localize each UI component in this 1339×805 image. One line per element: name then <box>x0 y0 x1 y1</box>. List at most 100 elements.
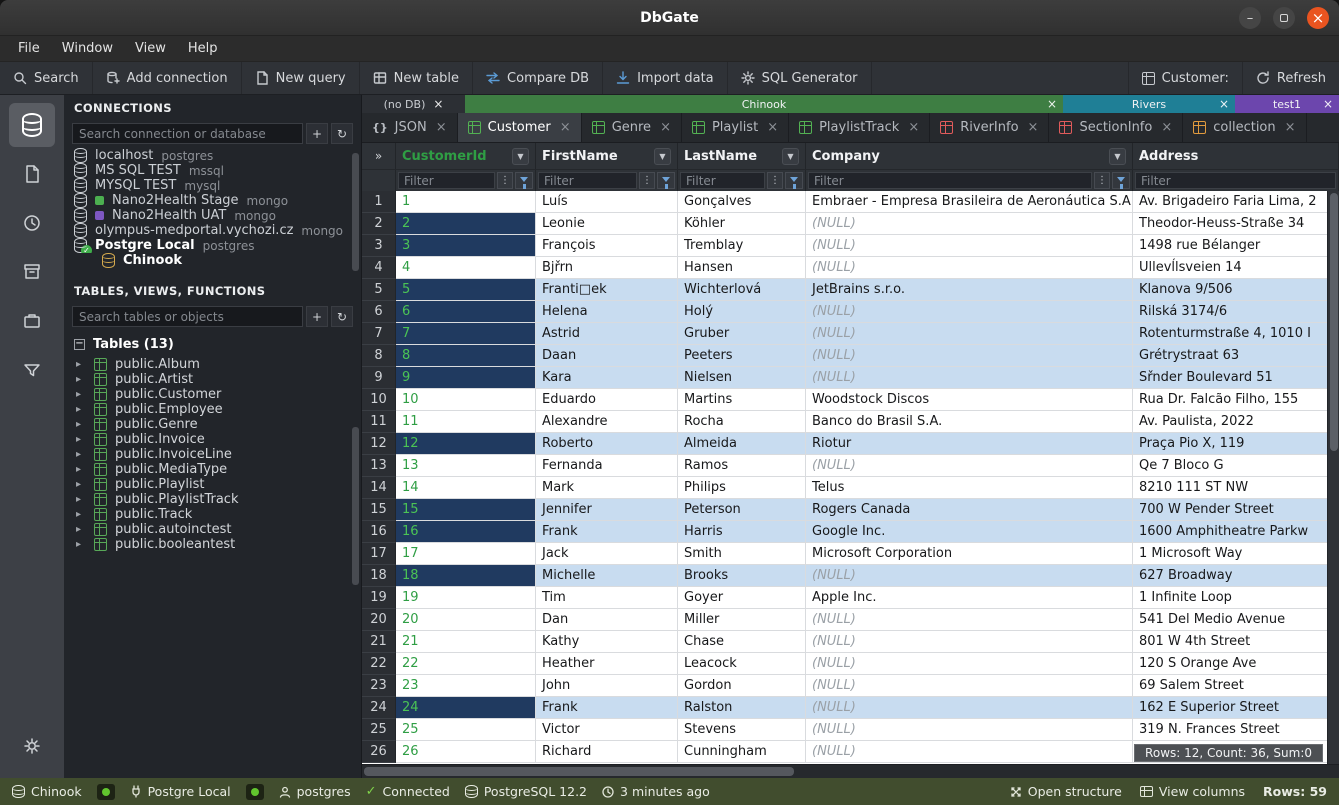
refresh-tables-button[interactable]: ↻ <box>331 306 353 327</box>
sidebar-item-apps[interactable] <box>9 299 55 343</box>
compare-db-button[interactable]: Compare DB <box>473 62 603 94</box>
cell-customerid[interactable]: 26 <box>396 741 536 763</box>
row-number[interactable]: 20 <box>362 609 396 631</box>
sidebar-item-archive[interactable] <box>9 250 55 294</box>
cell-customerid[interactable]: 5 <box>396 279 536 301</box>
cell-firstname[interactable]: Jennifer <box>536 499 678 521</box>
row-number[interactable]: 5 <box>362 279 396 301</box>
connections-scrollbar[interactable] <box>352 153 359 271</box>
close-icon[interactable]: × <box>433 98 443 110</box>
cell-lastname[interactable]: Peeters <box>678 345 806 367</box>
close-icon[interactable]: × <box>1161 120 1172 135</box>
table-item-public-mediatype[interactable]: ▸public.MediaType <box>64 462 361 477</box>
cell-lastname[interactable]: Stevens <box>678 719 806 741</box>
cell-address[interactable]: 162 E Superior Street <box>1133 697 1339 719</box>
row-number[interactable]: 24 <box>362 697 396 719</box>
row-number[interactable]: 8 <box>362 345 396 367</box>
cell-lastname[interactable]: Cunningham <box>678 741 806 763</box>
add-connection-small-button[interactable]: + <box>306 123 328 144</box>
cell-company[interactable]: (NULL) <box>806 631 1133 653</box>
cell-customerid[interactable]: 13 <box>396 455 536 477</box>
cell-company[interactable]: Google Inc. <box>806 521 1133 543</box>
cell-company[interactable]: (NULL) <box>806 301 1133 323</box>
chevron-right-icon[interactable]: ▸ <box>76 494 86 505</box>
connection-item-mysql-test[interactable]: MYSQL TESTmysql <box>64 178 361 193</box>
cell-address[interactable]: Rilská 3174/6 <box>1133 301 1339 323</box>
cell-company[interactable]: (NULL) <box>806 565 1133 587</box>
row-number[interactable]: 2 <box>362 213 396 235</box>
cell-customerid[interactable]: 15 <box>396 499 536 521</box>
cell-lastname[interactable]: Martins <box>678 389 806 411</box>
cell-lastname[interactable]: Gordon <box>678 675 806 697</box>
row-number[interactable]: 18 <box>362 565 396 587</box>
cell-firstname[interactable]: Victor <box>536 719 678 741</box>
chevron-right-icon[interactable]: ▸ <box>76 374 86 385</box>
column-header-customerid[interactable]: CustomerId▼ <box>396 143 536 169</box>
cell-firstname[interactable]: Bjřrn <box>536 257 678 279</box>
cell-firstname[interactable]: Alexandre <box>536 411 678 433</box>
cell-address[interactable]: Rua Dr. Falcão Filho, 155 <box>1133 389 1339 411</box>
close-icon[interactable]: × <box>560 120 571 135</box>
row-number[interactable]: 7 <box>362 323 396 345</box>
cell-lastname[interactable]: Tremblay <box>678 235 806 257</box>
cell-customerid[interactable]: 17 <box>396 543 536 565</box>
chevron-right-icon[interactable]: ▸ <box>76 404 86 415</box>
cell-firstname[interactable]: Jack <box>536 543 678 565</box>
cell-lastname[interactable]: Ralston <box>678 697 806 719</box>
chevron-down-icon[interactable]: ▼ <box>654 148 671 165</box>
cell-address[interactable]: 1498 rue Bélanger <box>1133 235 1339 257</box>
cell-customerid[interactable]: 6 <box>396 301 536 323</box>
cell-customerid[interactable]: 14 <box>396 477 536 499</box>
row-number[interactable]: 11 <box>362 411 396 433</box>
cell-customerid[interactable]: 23 <box>396 675 536 697</box>
cell-firstname[interactable]: Fernanda <box>536 455 678 477</box>
cell-address[interactable]: Grétrystraat 63 <box>1133 345 1339 367</box>
cell-address[interactable]: Rotenturmstraße 4, 1010 I <box>1133 323 1339 345</box>
add-table-button[interactable]: + <box>306 306 328 327</box>
cell-address[interactable]: 319 N. Frances Street <box>1133 719 1339 741</box>
cell-address[interactable]: Av. Brigadeiro Faria Lima, 2 <box>1133 191 1339 213</box>
cell-lastname[interactable]: Ramos <box>678 455 806 477</box>
cell-address[interactable]: 1600 Amphitheatre Parkw <box>1133 521 1339 543</box>
tab-playlisttrack[interactable]: PlaylistTrack× <box>789 113 930 142</box>
menu-window[interactable]: Window <box>52 39 123 58</box>
chevron-right-icon[interactable]: ▸ <box>76 434 86 445</box>
row-number[interactable]: 21 <box>362 631 396 653</box>
cell-customerid[interactable]: 2 <box>396 213 536 235</box>
table-item-public-booleantest[interactable]: ▸public.booleantest <box>64 537 361 552</box>
cell-customerid[interactable]: 9 <box>396 367 536 389</box>
table-item-public-album[interactable]: ▸public.Album <box>64 357 361 372</box>
filter-funnel-icon[interactable] <box>785 172 803 189</box>
cell-lastname[interactable]: Smith <box>678 543 806 565</box>
scrollbar-thumb[interactable] <box>1330 193 1338 451</box>
cell-customerid[interactable]: 19 <box>396 587 536 609</box>
table-item-public-track[interactable]: ▸public.Track <box>64 507 361 522</box>
cell-company[interactable]: JetBrains s.r.o. <box>806 279 1133 301</box>
filter-menu-icon[interactable]: ⋮ <box>767 172 783 189</box>
cell-customerid[interactable]: 20 <box>396 609 536 631</box>
cell-address[interactable]: Klanova 9/506 <box>1133 279 1339 301</box>
connection-item-chinook[interactable]: Chinook <box>64 253 361 268</box>
tables-search-input[interactable] <box>72 306 303 327</box>
cell-firstname[interactable]: Kathy <box>536 631 678 653</box>
cell-customerid[interactable]: 10 <box>396 389 536 411</box>
cell-company[interactable]: (NULL) <box>806 741 1133 763</box>
tab-group-no-db[interactable]: (no DB)× <box>362 95 465 113</box>
customer-tab-button[interactable]: Customer: <box>1128 62 1242 94</box>
filter-funnel-icon[interactable] <box>1112 172 1130 189</box>
cell-company[interactable]: Embraer - Empresa Brasileira de Aeronáut… <box>806 191 1133 213</box>
connection-item-nano2health-stage[interactable]: Nano2Health Stagemongo <box>64 193 361 208</box>
column-header-firstname[interactable]: FirstName▼ <box>536 143 678 169</box>
filter-input-address[interactable] <box>1135 172 1336 189</box>
cell-firstname[interactable]: Roberto <box>536 433 678 455</box>
cell-company[interactable]: Woodstock Discos <box>806 389 1133 411</box>
cell-customerid[interactable]: 12 <box>396 433 536 455</box>
filter-input-lastname[interactable] <box>680 172 765 189</box>
row-number[interactable]: 15 <box>362 499 396 521</box>
cell-firstname[interactable]: Richard <box>536 741 678 763</box>
connection-item-nano2health-uat[interactable]: Nano2Health UATmongo <box>64 208 361 223</box>
connections-search-input[interactable] <box>72 123 303 144</box>
row-number[interactable]: 26 <box>362 741 396 763</box>
cell-company[interactable]: (NULL) <box>806 213 1133 235</box>
cell-company[interactable]: (NULL) <box>806 367 1133 389</box>
